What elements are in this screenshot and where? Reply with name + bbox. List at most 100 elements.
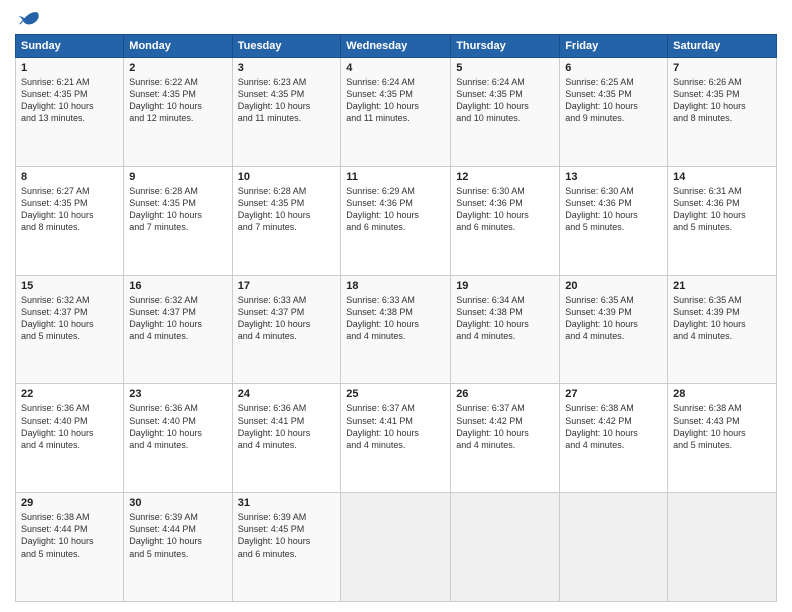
day-number: 16	[129, 280, 226, 292]
day-number: 28	[673, 388, 771, 400]
day-info: Sunrise: 6:30 AM Sunset: 4:36 PM Dayligh…	[565, 185, 662, 234]
calendar-week-row: 8 Sunrise: 6:27 AM Sunset: 4:35 PM Daylig…	[16, 166, 777, 275]
day-info: Sunrise: 6:38 AM Sunset: 4:43 PM Dayligh…	[673, 402, 771, 451]
calendar-cell: 8 Sunrise: 6:27 AM Sunset: 4:35 PM Daylig…	[16, 166, 124, 275]
calendar-week-row: 1 Sunrise: 6:21 AM Sunset: 4:35 PM Daylig…	[16, 58, 777, 167]
day-info: Sunrise: 6:36 AM Sunset: 4:41 PM Dayligh…	[238, 402, 336, 451]
day-info: Sunrise: 6:29 AM Sunset: 4:36 PM Dayligh…	[346, 185, 445, 234]
day-number: 19	[456, 280, 554, 292]
calendar-week-row: 15Sunrise: 6:32 AM Sunset: 4:37 PM Dayli…	[16, 275, 777, 384]
day-info: Sunrise: 6:24 AM Sunset: 4:35 PM Dayligh…	[456, 76, 554, 125]
day-info: Sunrise: 6:28 AM Sunset: 4:35 PM Dayligh…	[238, 185, 336, 234]
logo-bird-icon	[17, 10, 39, 28]
header	[15, 10, 777, 28]
day-info: Sunrise: 6:21 AM Sunset: 4:35 PM Dayligh…	[21, 76, 118, 125]
calendar-cell	[560, 493, 668, 602]
day-number: 2	[129, 62, 226, 74]
day-number: 5	[456, 62, 554, 74]
weekday-header: Saturday	[668, 35, 777, 58]
day-number: 30	[129, 497, 226, 509]
calendar-cell: 20 Sunrise: 6:35 AM Sunset: 4:39 PM Dayli…	[560, 275, 668, 384]
day-info: Sunrise: 6:37 AM Sunset: 4:42 PM Dayligh…	[456, 402, 554, 451]
day-info: Sunrise: 6:36 AM Sunset: 4:40 PM Dayligh…	[129, 402, 226, 451]
calendar-cell: 26Sunrise: 6:37 AM Sunset: 4:42 PM Dayli…	[451, 384, 560, 493]
day-info: Sunrise: 6:27 AM Sunset: 4:35 PM Dayligh…	[21, 185, 118, 234]
day-info: Sunrise: 6:26 AM Sunset: 4:35 PM Dayligh…	[673, 76, 771, 125]
calendar-cell: 10 Sunrise: 6:28 AM Sunset: 4:35 PM Dayli…	[232, 166, 341, 275]
day-info: Sunrise: 6:34 AM Sunset: 4:38 PM Dayligh…	[456, 294, 554, 343]
calendar-cell	[668, 493, 777, 602]
day-info: Sunrise: 6:37 AM Sunset: 4:41 PM Dayligh…	[346, 402, 445, 451]
calendar-cell: 29 Sunrise: 6:38 AM Sunset: 4:44 PM Dayli…	[16, 493, 124, 602]
day-number: 17	[238, 280, 336, 292]
weekday-header: Friday	[560, 35, 668, 58]
day-number: 3	[238, 62, 336, 74]
day-info: Sunrise: 6:33 AM Sunset: 4:38 PM Dayligh…	[346, 294, 445, 343]
day-number: 12	[456, 171, 554, 183]
day-number: 18	[346, 280, 445, 292]
weekday-header: Tuesday	[232, 35, 341, 58]
calendar-header-row: SundayMondayTuesdayWednesdayThursdayFrid…	[16, 35, 777, 58]
day-number: 31	[238, 497, 336, 509]
day-info: Sunrise: 6:23 AM Sunset: 4:35 PM Dayligh…	[238, 76, 336, 125]
day-info: Sunrise: 6:24 AM Sunset: 4:35 PM Dayligh…	[346, 76, 445, 125]
calendar-cell	[451, 493, 560, 602]
day-info: Sunrise: 6:31 AM Sunset: 4:36 PM Dayligh…	[673, 185, 771, 234]
calendar-cell: 28 Sunrise: 6:38 AM Sunset: 4:43 PM Dayli…	[668, 384, 777, 493]
day-info: Sunrise: 6:30 AM Sunset: 4:36 PM Dayligh…	[456, 185, 554, 234]
calendar-week-row: 22 Sunrise: 6:36 AM Sunset: 4:40 PM Dayli…	[16, 384, 777, 493]
day-info: Sunrise: 6:22 AM Sunset: 4:35 PM Dayligh…	[129, 76, 226, 125]
calendar-cell: 9 Sunrise: 6:28 AM Sunset: 4:35 PM Daylig…	[124, 166, 232, 275]
calendar-cell: 11Sunrise: 6:29 AM Sunset: 4:36 PM Dayli…	[341, 166, 451, 275]
day-number: 24	[238, 388, 336, 400]
logo-text	[15, 10, 39, 28]
logo	[15, 10, 39, 28]
calendar-cell: 7Sunrise: 6:26 AM Sunset: 4:35 PM Daylig…	[668, 58, 777, 167]
calendar-cell: 24 Sunrise: 6:36 AM Sunset: 4:41 PM Dayli…	[232, 384, 341, 493]
calendar-cell: 19 Sunrise: 6:34 AM Sunset: 4:38 PM Dayli…	[451, 275, 560, 384]
day-number: 15	[21, 280, 118, 292]
calendar-cell: 3 Sunrise: 6:23 AM Sunset: 4:35 PM Daylig…	[232, 58, 341, 167]
day-number: 1	[21, 62, 118, 74]
day-number: 29	[21, 497, 118, 509]
day-number: 22	[21, 388, 118, 400]
day-info: Sunrise: 6:38 AM Sunset: 4:44 PM Dayligh…	[21, 511, 118, 560]
calendar-cell: 13 Sunrise: 6:30 AM Sunset: 4:36 PM Dayli…	[560, 166, 668, 275]
day-info: Sunrise: 6:25 AM Sunset: 4:35 PM Dayligh…	[565, 76, 662, 125]
day-info: Sunrise: 6:28 AM Sunset: 4:35 PM Dayligh…	[129, 185, 226, 234]
day-number: 27	[565, 388, 662, 400]
page: SundayMondayTuesdayWednesdayThursdayFrid…	[0, 0, 792, 612]
day-number: 14	[673, 171, 771, 183]
day-info: Sunrise: 6:36 AM Sunset: 4:40 PM Dayligh…	[21, 402, 118, 451]
calendar-cell: 27Sunrise: 6:38 AM Sunset: 4:42 PM Dayli…	[560, 384, 668, 493]
calendar-cell: 5 Sunrise: 6:24 AM Sunset: 4:35 PM Daylig…	[451, 58, 560, 167]
calendar-cell: 21Sunrise: 6:35 AM Sunset: 4:39 PM Dayli…	[668, 275, 777, 384]
day-number: 8	[21, 171, 118, 183]
weekday-header: Sunday	[16, 35, 124, 58]
calendar-cell	[341, 493, 451, 602]
calendar-cell: 1 Sunrise: 6:21 AM Sunset: 4:35 PM Daylig…	[16, 58, 124, 167]
calendar-cell: 22 Sunrise: 6:36 AM Sunset: 4:40 PM Dayli…	[16, 384, 124, 493]
calendar-cell: 4 Sunrise: 6:24 AM Sunset: 4:35 PM Daylig…	[341, 58, 451, 167]
calendar-table: SundayMondayTuesdayWednesdayThursdayFrid…	[15, 34, 777, 602]
calendar-cell: 31 Sunrise: 6:39 AM Sunset: 4:45 PM Dayli…	[232, 493, 341, 602]
day-number: 6	[565, 62, 662, 74]
weekday-header: Monday	[124, 35, 232, 58]
day-number: 13	[565, 171, 662, 183]
day-number: 23	[129, 388, 226, 400]
day-number: 9	[129, 171, 226, 183]
day-info: Sunrise: 6:39 AM Sunset: 4:44 PM Dayligh…	[129, 511, 226, 560]
day-number: 21	[673, 280, 771, 292]
day-number: 20	[565, 280, 662, 292]
calendar-cell: 15Sunrise: 6:32 AM Sunset: 4:37 PM Dayli…	[16, 275, 124, 384]
day-info: Sunrise: 6:39 AM Sunset: 4:45 PM Dayligh…	[238, 511, 336, 560]
day-number: 10	[238, 171, 336, 183]
day-info: Sunrise: 6:33 AM Sunset: 4:37 PM Dayligh…	[238, 294, 336, 343]
calendar-cell: 12 Sunrise: 6:30 AM Sunset: 4:36 PM Dayli…	[451, 166, 560, 275]
calendar-cell: 17 Sunrise: 6:33 AM Sunset: 4:37 PM Dayli…	[232, 275, 341, 384]
day-number: 4	[346, 62, 445, 74]
day-info: Sunrise: 6:35 AM Sunset: 4:39 PM Dayligh…	[565, 294, 662, 343]
calendar-cell: 6 Sunrise: 6:25 AM Sunset: 4:35 PM Daylig…	[560, 58, 668, 167]
calendar-cell: 18 Sunrise: 6:33 AM Sunset: 4:38 PM Dayli…	[341, 275, 451, 384]
calendar-cell: 23 Sunrise: 6:36 AM Sunset: 4:40 PM Dayli…	[124, 384, 232, 493]
